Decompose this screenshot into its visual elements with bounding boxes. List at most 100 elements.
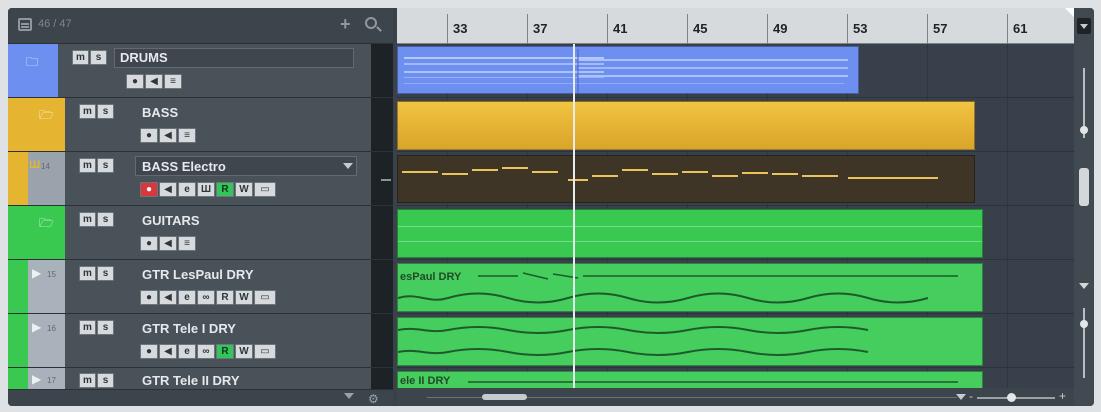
solo-button[interactable]: s <box>97 158 114 173</box>
monitor-button[interactable]: ◀ <box>159 290 177 305</box>
inserts-button[interactable]: ≡ <box>178 128 196 143</box>
mute-button[interactable]: m <box>79 158 96 173</box>
track-height-knob[interactable] <box>1080 320 1088 328</box>
link-button[interactable]: ∞ <box>197 290 215 305</box>
solo-button[interactable]: s <box>90 50 107 65</box>
level-meter <box>371 152 393 205</box>
write-automation-button[interactable]: W <box>235 182 253 197</box>
record-enable-button[interactable]: ● <box>140 290 158 305</box>
audio-track-icon[interactable]: ▶ <box>32 372 41 386</box>
track-gtr-tele-i-dry[interactable]: ▶ 16 m s GTR Tele I DRY ● ◀ e ∞ R W ▭ <box>8 314 393 368</box>
level-meter <box>371 260 393 313</box>
track-height-slider[interactable] <box>1083 308 1085 378</box>
horizontal-scrollbar[interactable]: - + <box>397 388 1074 406</box>
record-enable-button[interactable]: ● <box>140 182 158 197</box>
project-cursor[interactable] <box>573 44 575 388</box>
track-guitars[interactable]: 🗁 m s GUITARS ● ◀ ≡ <box>8 206 393 260</box>
midi-notes <box>402 167 938 181</box>
read-automation-button[interactable]: R <box>216 182 234 197</box>
zoom-out-icon[interactable]: - <box>969 389 973 403</box>
menu-icon[interactable] <box>1077 18 1091 34</box>
mute-button[interactable]: m <box>79 266 96 281</box>
track-color-strip[interactable] <box>8 152 28 205</box>
edit-button[interactable]: e <box>178 344 196 359</box>
monitor-button[interactable]: ◀ <box>145 74 163 89</box>
edit-button[interactable]: e <box>178 290 196 305</box>
search-icon[interactable] <box>365 17 377 29</box>
track-bass[interactable]: 🗁 m s BASS ● ◀ ≡ <box>8 98 393 152</box>
inserts-button[interactable]: ≡ <box>178 236 196 251</box>
track-name: GTR LesPaul DRY <box>142 267 254 282</box>
edit-button[interactable]: e <box>178 182 196 197</box>
mute-button[interactable]: m <box>79 104 96 119</box>
lanes-button[interactable]: ▭ <box>254 344 276 359</box>
track-gtr-tele-ii-dry[interactable]: ▶ 17 m s GTR Tele II DRY <box>8 368 393 390</box>
track-list-footer: ⚙ <box>8 390 393 406</box>
track-color-strip[interactable] <box>8 98 65 151</box>
chevron-down-icon[interactable] <box>1079 283 1089 289</box>
horizontal-scroll-thumb[interactable] <box>482 394 527 400</box>
record-enable-button[interactable]: ● <box>140 128 158 143</box>
chevron-down-icon[interactable] <box>343 163 353 169</box>
instrument-icon[interactable]: Ш <box>29 159 40 171</box>
solo-button[interactable]: s <box>97 212 114 227</box>
gtr-tele-i-audio-part[interactable] <box>397 317 983 366</box>
monitor-button[interactable]: ◀ <box>159 128 177 143</box>
vertical-zoom-knob[interactable] <box>1080 126 1088 134</box>
track-color-strip[interactable] <box>8 260 28 313</box>
event-display[interactable]: esPaul DRY ele II DRY <box>397 44 1074 388</box>
record-enable-button[interactable]: ● <box>126 74 144 89</box>
solo-button[interactable]: s <box>97 104 114 119</box>
audio-track-icon[interactable]: ▶ <box>32 266 41 280</box>
vertical-scroll-thumb[interactable] <box>1079 168 1089 206</box>
solo-button[interactable]: s <box>97 266 114 281</box>
inserts-button[interactable]: ≡ <box>164 74 182 89</box>
link-button[interactable]: ∞ <box>197 344 215 359</box>
chevron-down-icon[interactable] <box>344 393 354 399</box>
monitor-button[interactable]: ◀ <box>159 236 177 251</box>
bass-electro-midi-part[interactable] <box>397 155 975 203</box>
read-automation-button[interactable]: R <box>216 344 234 359</box>
track-number: 17 <box>47 376 56 385</box>
add-track-icon[interactable]: + <box>340 14 351 35</box>
gear-icon[interactable]: ⚙ <box>368 392 379 406</box>
instrument-edit-button[interactable]: Ш <box>197 182 215 197</box>
write-automation-button[interactable]: W <box>235 290 253 305</box>
horizontal-zoom-knob[interactable] <box>1007 393 1016 402</box>
record-enable-button[interactable]: ● <box>140 344 158 359</box>
monitor-button[interactable]: ◀ <box>159 182 177 197</box>
write-automation-button[interactable]: W <box>235 344 253 359</box>
folder-open-icon[interactable]: 🗁 <box>39 214 54 235</box>
track-gtr-lespaul-dry[interactable]: ▶ 15 m s GTR LesPaul DRY ● ◀ e ∞ R W ▭ <box>8 260 393 314</box>
mute-button[interactable]: m <box>72 50 89 65</box>
folder-icon[interactable]: 🗀 <box>26 53 38 74</box>
mute-button[interactable]: m <box>79 320 96 335</box>
solo-button[interactable]: s <box>97 373 114 388</box>
lanes-button[interactable]: ▭ <box>254 182 276 197</box>
audio-track-icon[interactable]: ▶ <box>32 320 41 334</box>
solo-button[interactable]: s <box>97 320 114 335</box>
record-enable-button[interactable]: ● <box>140 236 158 251</box>
track-number: 16 <box>47 324 56 333</box>
monitor-button[interactable]: ◀ <box>159 344 177 359</box>
mute-button[interactable]: m <box>79 212 96 227</box>
track-color-strip[interactable] <box>8 314 28 367</box>
timeline-ruler[interactable]: 33 37 41 45 49 53 57 61 <box>397 8 1074 44</box>
track-bass-electro[interactable]: Ш 14 m s BASS Electro ● ◀ e Ш R W ▭ <box>8 152 393 206</box>
track-drums[interactable]: 🗀 m s DRUMS ● ◀ ≡ <box>8 44 393 98</box>
gtr-tele-ii-audio-part[interactable]: ele II DRY <box>397 371 983 388</box>
lanes-button[interactable]: ▭ <box>254 290 276 305</box>
read-automation-button[interactable]: R <box>216 290 234 305</box>
horizontal-zoom-slider[interactable] <box>977 397 1055 399</box>
gtr-lespaul-audio-part[interactable]: esPaul DRY <box>397 263 983 312</box>
guitars-folder-part[interactable] <box>397 209 983 258</box>
bass-folder-part[interactable] <box>397 101 975 150</box>
zoom-presets-icon[interactable] <box>956 394 966 400</box>
zoom-in-icon[interactable]: + <box>1059 389 1066 403</box>
track-color-strip[interactable] <box>8 368 28 389</box>
folder-open-icon[interactable]: 🗁 <box>39 106 54 127</box>
drums-folder-part[interactable] <box>397 46 859 94</box>
mute-button[interactable]: m <box>79 373 96 388</box>
track-color-strip[interactable] <box>8 206 65 259</box>
track-list-icon[interactable] <box>18 18 32 31</box>
